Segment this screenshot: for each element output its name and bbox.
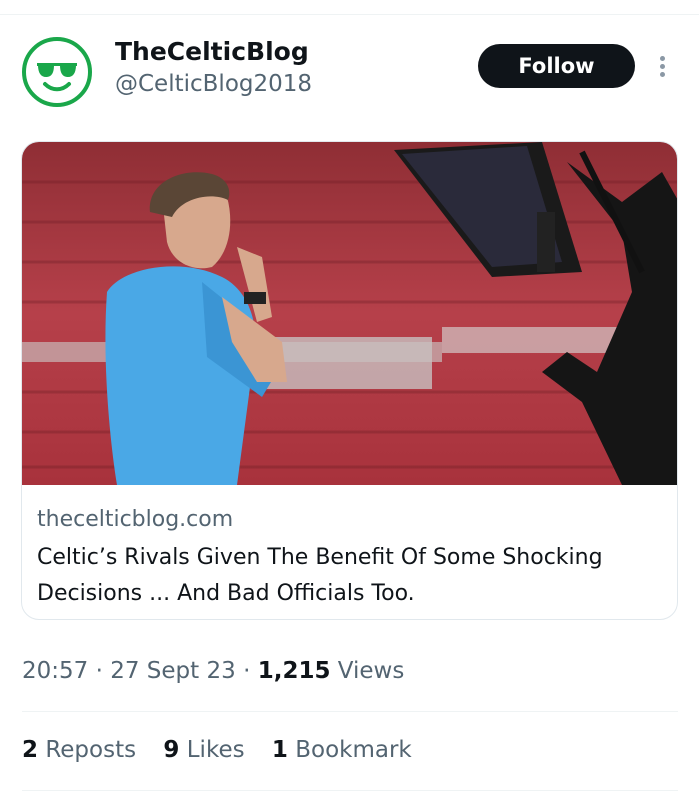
- card-domain[interactable]: thecelticblog.com: [37, 507, 233, 532]
- bookmarks-count: 1: [271, 737, 288, 763]
- link-preview-card[interactable]: thecelticblog.com Celtic’s Rivals Given …: [21, 141, 678, 620]
- stats-divider: [22, 711, 678, 712]
- separator: ·: [95, 658, 103, 684]
- bookmarks-stat[interactable]: 1 Bookmark: [272, 737, 412, 763]
- avatar[interactable]: [22, 37, 92, 107]
- tweet-date[interactable]: 27 Sept 23: [110, 658, 236, 684]
- likes-label: Likes: [186, 737, 245, 763]
- engagement-stats: 2 Reposts 9 Likes 1 Bookmark: [22, 737, 432, 763]
- reposts-count: 2: [22, 737, 39, 763]
- card-title[interactable]: Celtic’s Rivals Given The Benefit Of Som…: [37, 540, 667, 612]
- separator: ·: [243, 658, 251, 684]
- likes-stat[interactable]: 9 Likes: [163, 737, 244, 763]
- referee-var-monitor-photo: [22, 142, 677, 485]
- views-label: Views: [337, 658, 405, 684]
- bottom-divider: [22, 790, 678, 791]
- follow-button[interactable]: Follow: [478, 44, 635, 88]
- reposts-label: Reposts: [45, 737, 137, 763]
- tweet-time[interactable]: 20:57: [22, 658, 88, 684]
- author-handle[interactable]: @CelticBlog2018: [115, 71, 312, 97]
- reposts-stat[interactable]: 2 Reposts: [22, 737, 136, 763]
- top-divider: [0, 14, 699, 15]
- author-display-name[interactable]: TheCelticBlog: [115, 37, 309, 66]
- likes-count: 9: [163, 737, 180, 763]
- more-vertical-icon[interactable]: [652, 50, 672, 82]
- views-count: 1,215: [257, 658, 331, 684]
- bookmarks-label: Bookmark: [295, 737, 412, 763]
- tweet-meta: 20:57 · 27 Sept 23 · 1,215 Views: [22, 658, 404, 684]
- sunglasses-smiley-icon: [37, 63, 77, 92]
